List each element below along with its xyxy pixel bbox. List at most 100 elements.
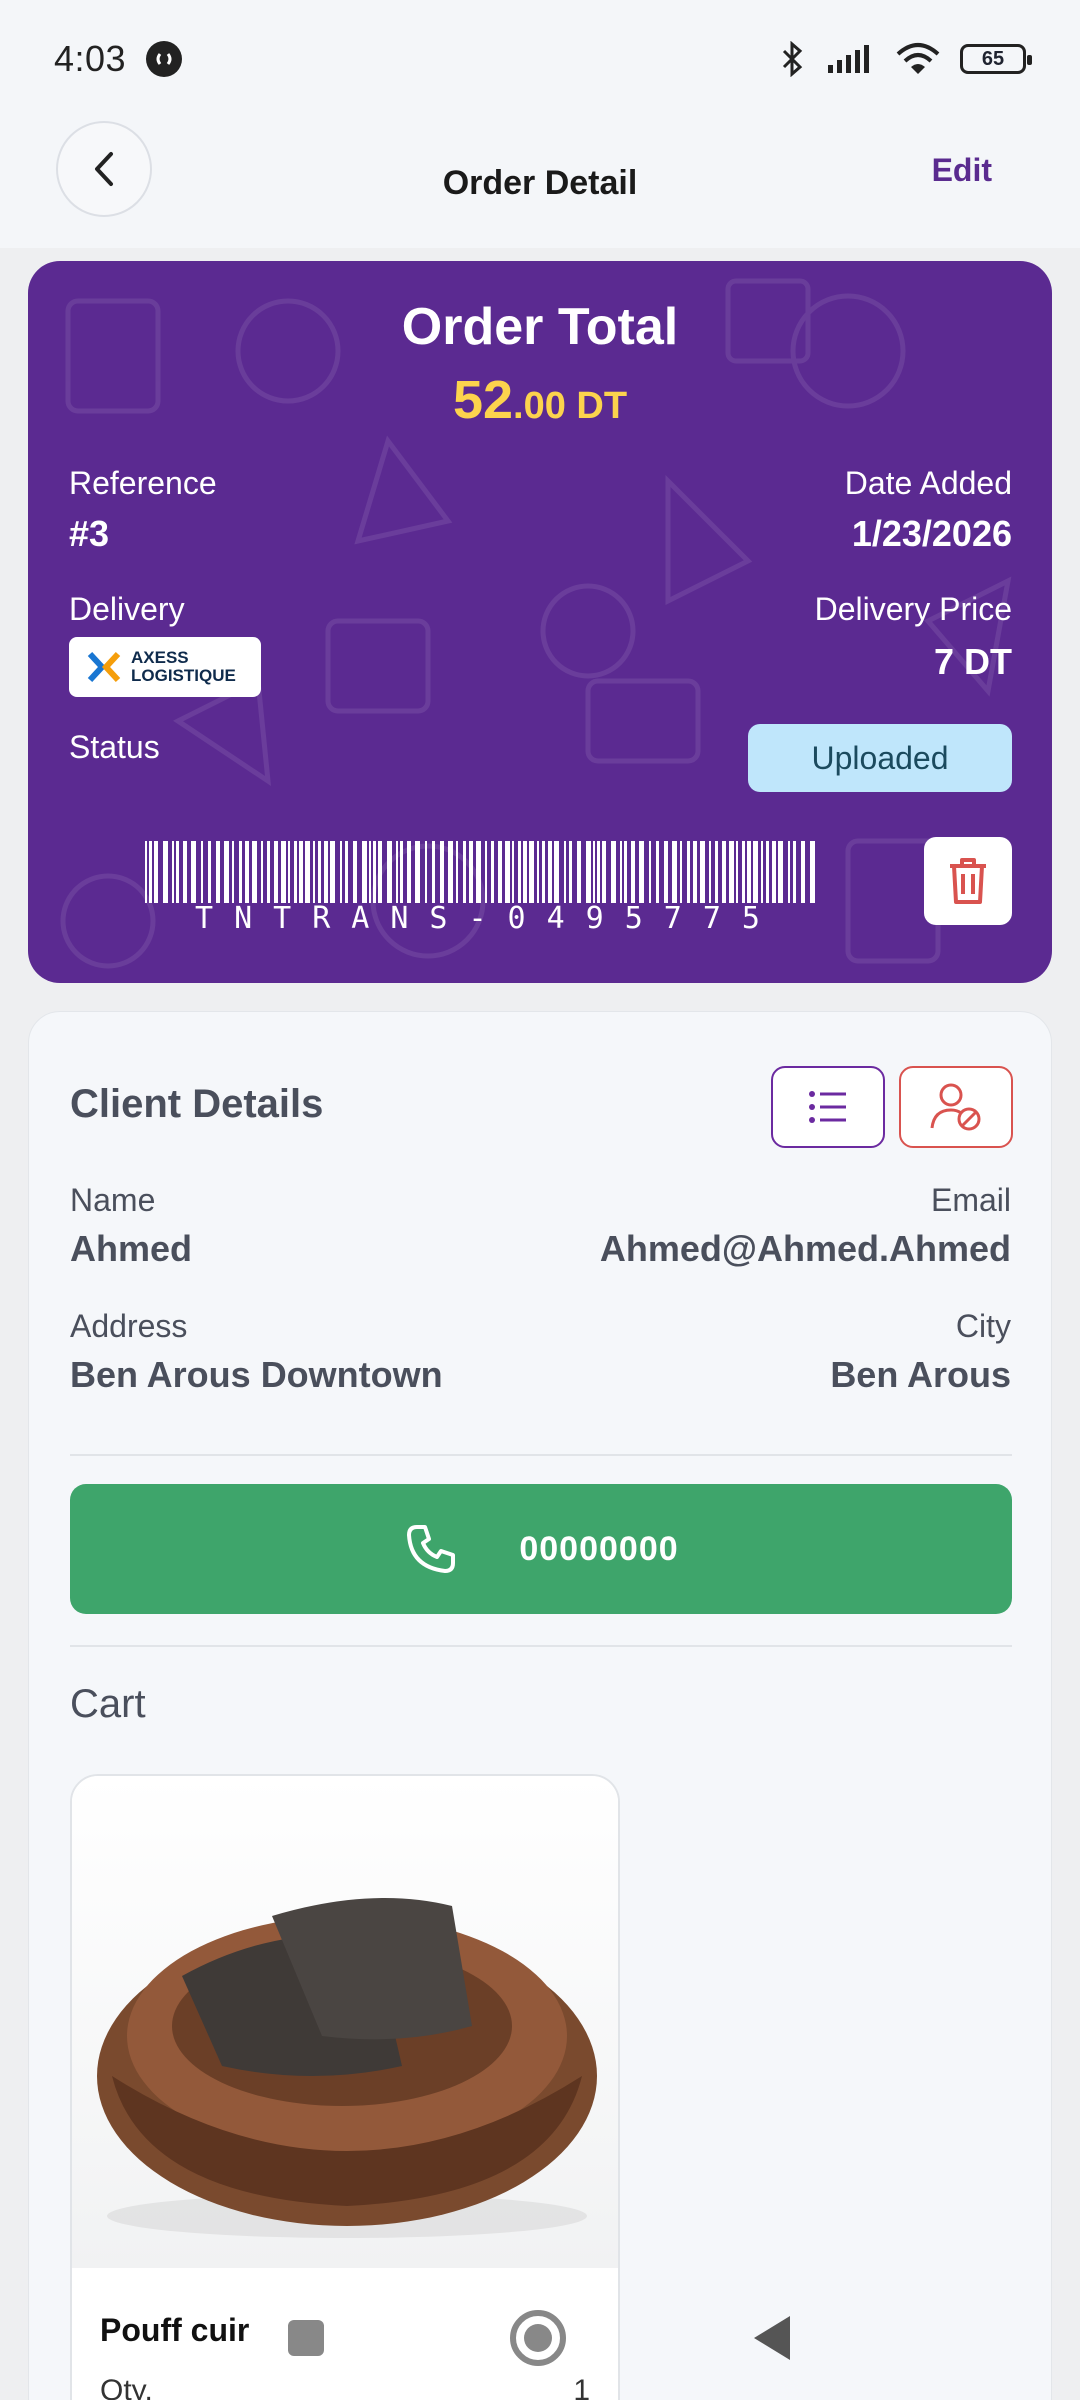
- email-label: Email: [930, 1182, 1011, 1218]
- barcode-bar: [537, 841, 539, 903]
- pouf-image: [97, 1898, 597, 2238]
- qty-value: 1: [573, 2374, 590, 2400]
- barcode-bar: [463, 841, 466, 903]
- barcode-bar: [274, 841, 278, 903]
- divider: [70, 1645, 1012, 1647]
- date-added-value: 1/23/2026: [851, 513, 1012, 554]
- barcode-bar: [554, 841, 559, 903]
- barcode-bar: [281, 841, 286, 903]
- logo-line-1: AXESS: [131, 648, 189, 667]
- order-total-suffix: .00 DT: [513, 385, 628, 427]
- barcode-bar: [313, 841, 315, 903]
- divider: [70, 1454, 1012, 1456]
- signal-icon: [828, 45, 869, 73]
- barcode-bar: [294, 841, 297, 903]
- user-block-icon: [930, 1083, 981, 1131]
- barcode-bar: [448, 841, 453, 903]
- back-button[interactable]: [56, 121, 152, 217]
- barcode-bar: [593, 841, 595, 903]
- list-icon: [809, 1091, 846, 1123]
- barcode-bar: [810, 841, 815, 903]
- barcode-bar: [729, 841, 734, 903]
- city-label: City: [955, 1308, 1011, 1344]
- barcode-bar: [216, 841, 220, 903]
- barcode-bar: [191, 841, 196, 903]
- barcode-bar: [529, 841, 534, 903]
- barcode-bar: [649, 841, 651, 903]
- barcode-bar: [318, 841, 321, 903]
- edit-button[interactable]: Edit: [932, 152, 992, 189]
- barcode-bar: [639, 841, 644, 903]
- barcode-bar: [611, 841, 616, 903]
- barcode-bar: [469, 841, 473, 903]
- barcode-bar: [523, 841, 527, 903]
- barcode-bar: [736, 841, 738, 903]
- barcode-bar: [208, 841, 211, 903]
- barcode-bar: [766, 841, 769, 903]
- order-total-amount: 52.00 DT: [28, 369, 1052, 431]
- call-client-button[interactable]: 00000000: [70, 1484, 1012, 1614]
- logo-line-2: LOGISTIQUE: [131, 666, 236, 685]
- barcode-bar: [624, 841, 627, 903]
- shazam-icon: [146, 41, 183, 77]
- trash-icon: [950, 858, 986, 904]
- barcode-bar: [201, 841, 203, 903]
- block-client-button[interactable]: [899, 1066, 1013, 1148]
- city-value: Ben Arous: [830, 1354, 1011, 1395]
- barcode-bar: [687, 841, 690, 903]
- nav-back-button[interactable]: [742, 2308, 802, 2368]
- name-label: Name: [70, 1182, 156, 1218]
- barcode-bar: [518, 841, 521, 903]
- barcode-bar: [239, 841, 242, 903]
- barcode: [145, 841, 815, 903]
- barcode-bar: [288, 841, 290, 903]
- barcode-bar: [261, 841, 263, 903]
- home-icon: [510, 2310, 566, 2366]
- cart-item-card[interactable]: Pouff cuir Qty. 1: [70, 1774, 620, 2400]
- tracking-code: TNTRANS-0495775: [195, 901, 781, 936]
- barcode-bar: [324, 841, 328, 903]
- barcode-bar: [362, 841, 367, 903]
- reference-label: Reference: [69, 465, 217, 501]
- barcode-bar: [680, 841, 682, 903]
- barcode-bar: [476, 841, 481, 903]
- home-button[interactable]: [508, 2308, 568, 2368]
- barcode-bar: [425, 841, 427, 903]
- date-added-label: Date Added: [844, 465, 1012, 501]
- barcode-bar: [252, 841, 257, 903]
- barcode-bar: [373, 841, 376, 903]
- barcode-bar: [163, 841, 168, 903]
- barcode-bar: [232, 841, 234, 903]
- barcode-bar: [353, 841, 357, 903]
- barcode-bar: [788, 841, 790, 903]
- barcode-bar: [340, 841, 342, 903]
- status-indicators: 65: [780, 41, 1032, 77]
- page-title: Order Detail: [442, 163, 638, 202]
- name-value: Ahmed: [70, 1228, 193, 1269]
- order-list-button[interactable]: [771, 1066, 885, 1148]
- barcode-bar: [542, 841, 545, 903]
- barcode-bar: [378, 841, 382, 903]
- recents-button[interactable]: [276, 2308, 336, 2368]
- barcode-bar: [548, 841, 552, 903]
- delete-order-button[interactable]: [924, 837, 1012, 925]
- barcode-bar: [176, 841, 179, 903]
- barcode-bar: [172, 841, 174, 903]
- stop-icon: [288, 2320, 324, 2356]
- address-label: Address: [70, 1308, 188, 1344]
- barcode-bar: [564, 841, 566, 903]
- barcode-bar: [267, 841, 270, 903]
- delivery-price-value: 7 DT: [933, 641, 1012, 682]
- barcode-bar: [742, 841, 745, 903]
- barcode-bar: [224, 841, 229, 903]
- barcode-bar: [456, 841, 458, 903]
- barcode-bar: [597, 841, 600, 903]
- order-summary-card: Order Total 52.00 DT Reference #3 Date A…: [28, 261, 1052, 983]
- bluetooth-icon: [782, 41, 803, 77]
- barcode-bar: [753, 841, 758, 903]
- barcode-bar: [485, 841, 487, 903]
- battery-level: 65: [981, 47, 1005, 70]
- barcode-bar: [183, 841, 187, 903]
- barcode-bar: [631, 841, 635, 903]
- barcode-bar: [715, 841, 718, 903]
